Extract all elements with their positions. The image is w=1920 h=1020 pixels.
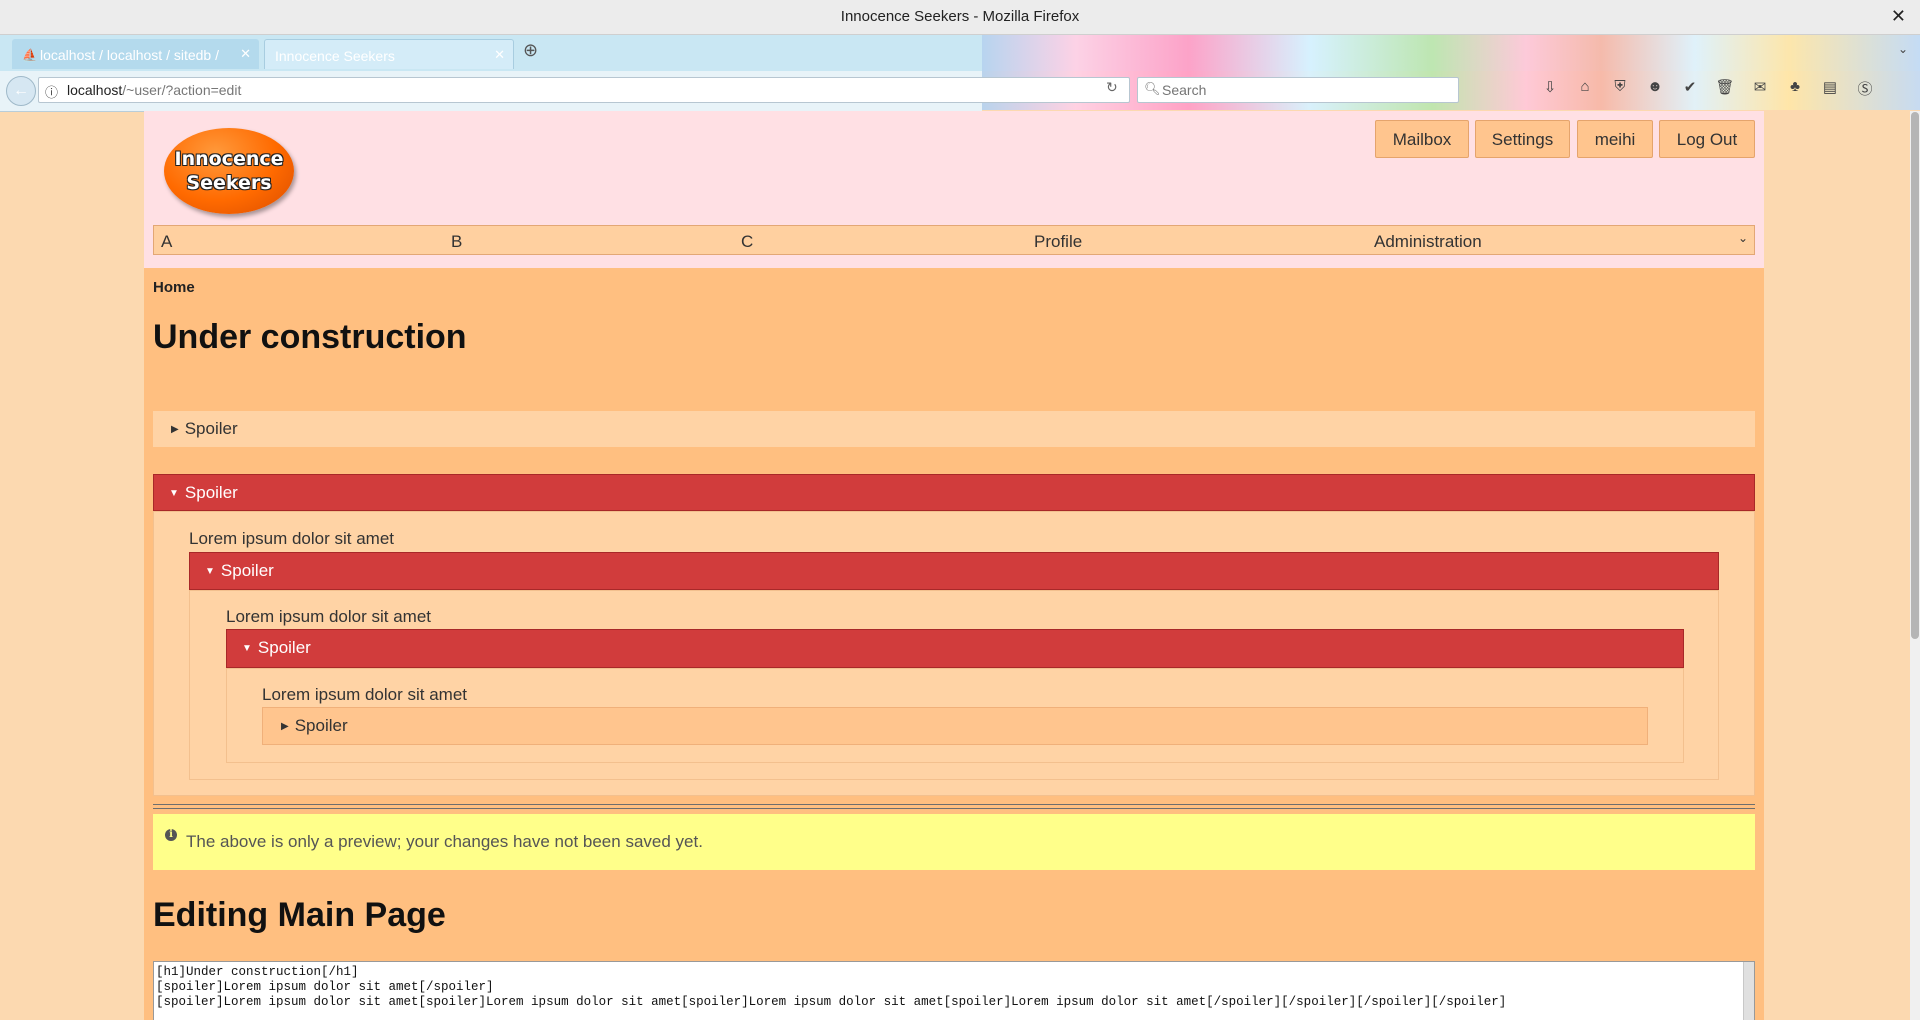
- menu-item-administration[interactable]: Administration: [1374, 232, 1482, 252]
- toolbar-icons: ⇩ ⌂ ⛨ ☻ ✔ 🗑︎ ✉ ♣ ▤ Ⓢ: [1540, 78, 1875, 99]
- home-icon[interactable]: ⌂: [1575, 78, 1595, 99]
- trash-icon[interactable]: 🗑︎: [1715, 78, 1735, 99]
- back-arrow-icon[interactable]: ←: [6, 76, 36, 106]
- preview-separator: [153, 804, 1755, 809]
- close-icon[interactable]: ✕: [494, 47, 505, 63]
- mailbox-button[interactable]: Mailbox: [1375, 120, 1469, 158]
- spoiler-toggle-1[interactable]: ▶ Spoiler: [153, 411, 1755, 447]
- editing-title: Editing Main Page: [153, 896, 446, 934]
- site-container: Innocence Seekers Mailbox Settings meihi…: [144, 111, 1764, 1020]
- phpmyadmin-icon: ⛵: [22, 48, 37, 62]
- main-menu: A B C Profile Administration ⌄: [153, 225, 1755, 255]
- editor-line: [h1]Under construction[/h1]: [156, 965, 359, 979]
- download-icon[interactable]: ⇩: [1540, 78, 1560, 99]
- info-icon[interactable]: ⓘ: [45, 82, 58, 101]
- url-text: localhost/~user/?action=edit: [67, 82, 242, 98]
- logout-button[interactable]: Log Out: [1659, 120, 1755, 158]
- url-bar[interactable]: ⓘ localhost/~user/?action=edit: [38, 77, 1130, 103]
- chevron-down-icon[interactable]: ⌄: [1898, 42, 1908, 56]
- sidebar-icon[interactable]: ▤: [1820, 78, 1840, 99]
- caret-right-icon: ▶: [281, 721, 289, 732]
- page-scrollbar[interactable]: [1910, 111, 1920, 1020]
- extension-icon[interactable]: ☻: [1645, 78, 1665, 99]
- breadcrumb[interactable]: Home: [153, 279, 195, 296]
- info-icon: i: [165, 829, 177, 841]
- content-editor[interactable]: [h1]Under construction[/h1] [spoiler]Lor…: [153, 961, 1755, 1020]
- spoiler-toggle-3[interactable]: ▼ Spoiler: [189, 552, 1719, 590]
- chevron-down-icon[interactable]: ⌄: [1738, 231, 1748, 245]
- caret-down-icon: ▼: [242, 643, 252, 654]
- caret-right-icon: ▶: [171, 424, 179, 435]
- page-title: Under construction: [153, 318, 467, 356]
- menu-item-profile[interactable]: Profile: [1034, 232, 1082, 252]
- page-viewport: Innocence Seekers Mailbox Settings meihi…: [0, 111, 1920, 1020]
- site-logo[interactable]: Innocence Seekers: [164, 128, 294, 214]
- caret-down-icon: ▼: [205, 566, 215, 577]
- scrollbar-thumb[interactable]: [1911, 112, 1919, 639]
- user-button[interactable]: meihi: [1577, 120, 1653, 158]
- reload-icon[interactable]: ↻: [1106, 79, 1118, 96]
- search-input[interactable]: [1160, 81, 1454, 99]
- tab-label: localhost / localhost / sitedb /: [40, 47, 219, 63]
- skype-icon[interactable]: Ⓢ: [1855, 78, 1875, 99]
- search-bar[interactable]: 🔍︎: [1137, 77, 1459, 103]
- chat-icon[interactable]: ✉: [1750, 78, 1770, 99]
- close-icon[interactable]: ✕: [1891, 6, 1906, 27]
- editor-line: [spoiler]Lorem ipsum dolor sit amet[/spo…: [156, 980, 494, 994]
- site-header: Innocence Seekers Mailbox Settings meihi…: [144, 111, 1764, 268]
- spoiler-text: Lorem ipsum dolor sit amet: [262, 685, 468, 704]
- menu-item-b[interactable]: B: [451, 232, 462, 252]
- spoiler-toggle-2[interactable]: ▼ Spoiler: [153, 474, 1755, 511]
- close-icon[interactable]: ✕: [240, 46, 251, 62]
- menu-item-c[interactable]: C: [741, 232, 753, 252]
- settings-button[interactable]: Settings: [1475, 120, 1570, 158]
- search-icon: 🔍︎: [1144, 81, 1161, 96]
- window-titlebar: Innocence Seekers - Mozilla Firefox ✕: [0, 0, 1920, 35]
- spoiler-text: Lorem ipsum dolor sit amet: [189, 529, 395, 548]
- spoiler-text: Lorem ipsum dolor sit amet: [226, 607, 432, 626]
- notice-text: The above is only a preview; your change…: [186, 832, 703, 851]
- spoiler-toggle-4[interactable]: ▼ Spoiler: [226, 629, 1684, 668]
- menu-item-a[interactable]: A: [161, 232, 172, 252]
- checkmark-icon[interactable]: ✔: [1680, 78, 1700, 99]
- tab-strip: ⛵ localhost / localhost / sitedb / ✕ Inn…: [0, 35, 1920, 110]
- preview-notice: i The above is only a preview; your chan…: [153, 814, 1755, 870]
- shield-icon[interactable]: ⛨: [1610, 78, 1630, 99]
- plus-icon[interactable]: ⊕: [523, 40, 538, 61]
- editor-line: [spoiler]Lorem ipsum dolor sit amet[spoi…: [156, 995, 1507, 1009]
- tab-sitedb[interactable]: ⛵ localhost / localhost / sitedb / ✕: [12, 39, 259, 69]
- caret-down-icon: ▼: [169, 488, 179, 499]
- tab-innocence-seekers[interactable]: Innocence Seekers ✕: [264, 39, 514, 69]
- editor-scrollbar[interactable]: [1743, 962, 1754, 1020]
- tab-label: Innocence Seekers: [275, 48, 395, 64]
- spoiler-toggle-5[interactable]: ▶ Spoiler: [262, 707, 1648, 745]
- clover-icon[interactable]: ♣: [1785, 78, 1805, 99]
- window-title: Innocence Seekers - Mozilla Firefox: [840, 8, 1080, 25]
